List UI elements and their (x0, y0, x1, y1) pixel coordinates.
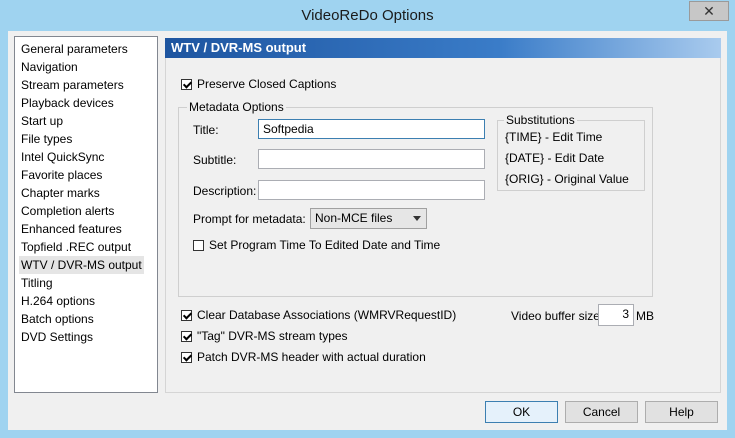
subtitle-input[interactable] (258, 149, 485, 169)
options-nav-list[interactable]: General parameters Navigation Stream par… (14, 36, 158, 393)
set-program-time-checkbox[interactable]: Set Program Time To Edited Date and Time (193, 238, 440, 252)
subtitle-label: Subtitle: (193, 153, 237, 167)
title-input[interactable]: Softpedia (258, 119, 485, 139)
nav-item-enhanced-features[interactable]: Enhanced features (21, 220, 122, 238)
substitution-time: {TIME} - Edit Time (505, 130, 603, 144)
checkbox-checked-icon (181, 78, 192, 90)
checkbox-checked-icon (181, 351, 192, 363)
title-bar: VideoReDo Options ✕ (0, 0, 735, 31)
nav-item-topfield-rec-output[interactable]: Topfield .REC output (21, 238, 131, 256)
nav-item-dvd-settings[interactable]: DVD Settings (21, 328, 93, 346)
nav-item-file-types[interactable]: File types (21, 130, 72, 148)
chevron-down-icon (413, 216, 421, 221)
substitution-orig: {ORIG} - Original Value (505, 172, 629, 186)
nav-item-start-up[interactable]: Start up (21, 112, 63, 130)
nav-item-general-parameters[interactable]: General parameters (21, 40, 128, 58)
dialog-client: General parameters Navigation Stream par… (8, 31, 727, 430)
substitution-date: {DATE} - Edit Date (505, 151, 605, 165)
nav-item-wtv-dvr-ms-output[interactable]: WTV / DVR-MS output (19, 256, 144, 274)
patch-dvr-ms-header-checkbox[interactable]: Patch DVR-MS header with actual duration (181, 350, 426, 364)
title-label: Title: (193, 123, 219, 137)
tag-dvr-ms-stream-types-checkbox[interactable]: "Tag" DVR-MS stream types (181, 329, 348, 343)
preserve-closed-captions-label: Preserve Closed Captions (197, 77, 337, 91)
description-input[interactable] (258, 180, 485, 200)
checkbox-checked-icon (181, 309, 192, 321)
video-buffer-size-input[interactable]: 3 (598, 304, 634, 326)
ok-button[interactable]: OK (485, 401, 558, 423)
prompt-for-metadata-label: Prompt for metadata: (193, 212, 306, 226)
nav-item-stream-parameters[interactable]: Stream parameters (21, 76, 124, 94)
substitutions-legend: Substitutions (504, 113, 577, 127)
nav-item-batch-options[interactable]: Batch options (21, 310, 94, 328)
help-button[interactable]: Help (645, 401, 718, 423)
close-icon: ✕ (703, 2, 715, 19)
nav-item-h264-options[interactable]: H.264 options (21, 292, 95, 310)
description-label: Description: (193, 184, 257, 198)
video-buffer-size-label: Video buffer size: (511, 309, 604, 323)
nav-item-completion-alerts[interactable]: Completion alerts (21, 202, 114, 220)
substitutions-group: Substitutions {TIME} - Edit Time {DATE} … (497, 113, 645, 191)
nav-item-playback-devices[interactable]: Playback devices (21, 94, 114, 112)
nav-item-titling[interactable]: Titling (21, 274, 53, 292)
patch-dvr-ms-header-label: Patch DVR-MS header with actual duration (197, 350, 426, 364)
window-title: VideoReDo Options (301, 7, 434, 24)
video-buffer-size-unit: MB (636, 309, 654, 323)
panel-body: Preserve Closed Captions Metadata Option… (165, 58, 721, 393)
checkbox-checked-icon (181, 330, 192, 342)
clear-database-associations-label: Clear Database Associations (WMRVRequest… (197, 308, 457, 322)
nav-item-intel-quicksync[interactable]: Intel QuickSync (21, 148, 104, 166)
metadata-options-group: Metadata Options Title: Softpedia Subtit… (178, 100, 653, 297)
close-button[interactable]: ✕ (689, 1, 729, 21)
prompt-for-metadata-value: Non-MCE files (315, 211, 393, 225)
prompt-for-metadata-select[interactable]: Non-MCE files (310, 208, 427, 229)
panel-header: WTV / DVR-MS output (165, 38, 721, 58)
metadata-options-legend: Metadata Options (187, 100, 286, 114)
cancel-button[interactable]: Cancel (565, 401, 638, 423)
nav-item-favorite-places[interactable]: Favorite places (21, 166, 102, 184)
checkbox-unchecked-icon (193, 239, 204, 251)
nav-item-chapter-marks[interactable]: Chapter marks (21, 184, 100, 202)
set-program-time-label: Set Program Time To Edited Date and Time (209, 238, 441, 252)
tag-dvr-ms-stream-types-label: "Tag" DVR-MS stream types (197, 329, 348, 343)
nav-item-navigation[interactable]: Navigation (21, 58, 78, 76)
clear-database-associations-checkbox[interactable]: Clear Database Associations (WMRVRequest… (181, 308, 456, 322)
preserve-closed-captions-checkbox[interactable]: Preserve Closed Captions (181, 77, 336, 91)
